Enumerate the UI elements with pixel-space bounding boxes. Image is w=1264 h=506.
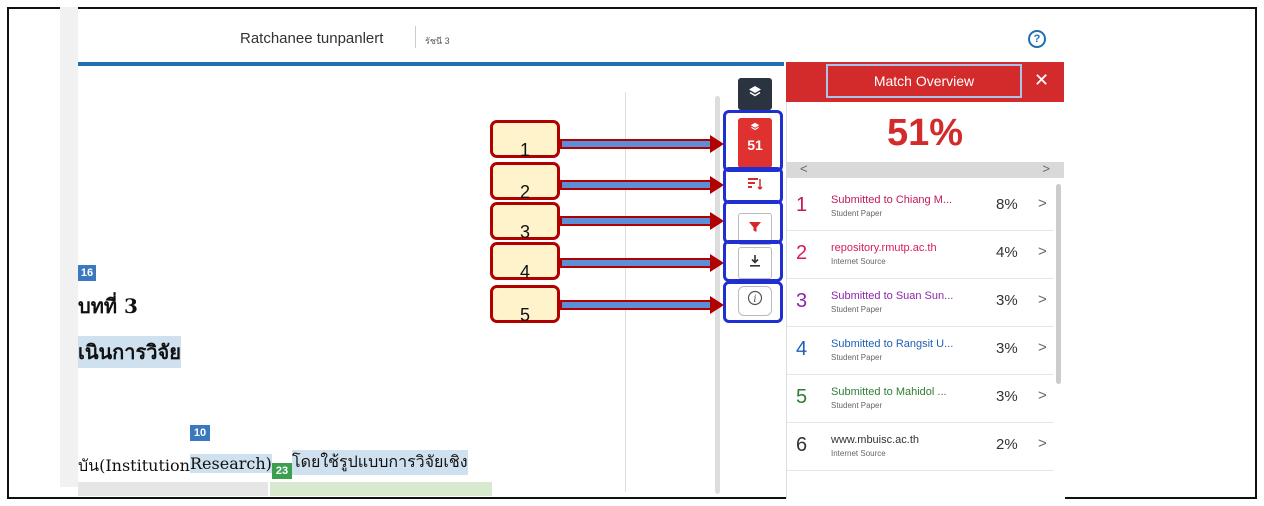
chevron-right-icon[interactable]: > (1038, 243, 1047, 260)
callout-arrow-4 (560, 258, 712, 268)
callout-arrow-2 (560, 180, 712, 190)
body-text-highlight: Research) (190, 454, 272, 473)
chevron-right-icon[interactable]: > (1038, 435, 1047, 452)
match-badge[interactable]: 10 (190, 425, 210, 441)
overall-similarity-percent: 51% (886, 112, 964, 154)
match-rank: 5 (796, 386, 808, 408)
match-badge[interactable]: 23 (272, 463, 292, 479)
chevron-right-icon[interactable]: > (1042, 161, 1050, 176)
panel-title: Match Overview (826, 64, 1022, 98)
body-text-next-line (270, 482, 492, 496)
highlight-box-download (723, 240, 783, 282)
header-accent-line (78, 62, 784, 66)
callout-arrowhead-3 (710, 212, 724, 230)
match-type: Student Paper (831, 401, 883, 410)
chevron-left-icon[interactable]: < (800, 161, 808, 176)
match-title: Submitted to Mahidol ... (831, 386, 947, 398)
callout-arrow-1 (560, 139, 712, 149)
chevron-right-icon[interactable]: > (1038, 339, 1047, 356)
match-title: Submitted to Chiang M... (831, 194, 953, 206)
match-percent: 4% (996, 244, 1018, 261)
match-title: repository.rmutp.ac.th (831, 242, 937, 254)
chapter-subtitle: เนินการวิจัย (78, 336, 181, 368)
document-gutter (60, 7, 78, 487)
body-text-prefix: บัน(Institution (78, 456, 190, 475)
page-divider (625, 92, 626, 492)
callout-arrow-5 (560, 300, 712, 310)
callout-arrowhead-1 (710, 135, 724, 153)
callout-arrowhead-2 (710, 176, 724, 194)
match-type: Student Paper (831, 305, 883, 314)
chevron-right-icon[interactable]: > (1038, 291, 1047, 308)
match-percent: 3% (996, 388, 1018, 405)
highlight-box-info (723, 281, 783, 323)
match-title: Submitted to Rangsit U... (831, 338, 954, 350)
match-type: Student Paper (831, 209, 883, 218)
match-row[interactable]: 6 www.mbuisc.ac.th Internet Source 2% > (786, 424, 1054, 471)
author-name: Ratchanee tunpanlert (240, 30, 384, 47)
submission-tag: รัชนี 3 (425, 36, 450, 46)
match-badge[interactable]: 16 (78, 265, 96, 281)
match-row[interactable]: 4 Submitted to Rangsit U... Student Pape… (786, 328, 1054, 375)
close-icon[interactable]: ✕ (1034, 70, 1049, 91)
highlight-box-sort (723, 167, 783, 204)
match-title: www.mbuisc.ac.th (831, 434, 920, 446)
callout-label-5: 5 (490, 285, 560, 325)
body-text-continued: โดยใช้รูปแบบการวิจัยเชิง (292, 450, 468, 475)
highlight-box-filter (723, 200, 783, 244)
match-rank: 4 (796, 338, 808, 360)
chapter-heading: บทที่ 3 (78, 294, 138, 318)
match-type: Internet Source (831, 449, 886, 458)
match-row[interactable]: 5 Submitted to Mahidol ... Student Paper… (786, 376, 1054, 423)
match-row[interactable]: 1 Submitted to Chiang M... Student Paper… (786, 184, 1054, 231)
panel-nav-bar: < > (786, 161, 1064, 178)
match-row[interactable]: 2 repository.rmutp.ac.th Internet Source… (786, 232, 1054, 279)
highlight-box-similarity (723, 110, 783, 172)
body-text-next-line-start (78, 482, 268, 496)
callout-label-4: 4 (490, 242, 560, 282)
match-percent: 8% (996, 196, 1018, 213)
match-title: Submitted to Suan Sun... (831, 290, 954, 302)
match-percent: 3% (996, 292, 1018, 309)
callout-arrow-3 (560, 216, 712, 226)
chevron-right-icon[interactable]: > (1038, 195, 1047, 212)
callout-arrowhead-5 (710, 296, 724, 314)
match-type: Internet Source (831, 257, 886, 266)
help-icon[interactable]: ? (1028, 30, 1046, 48)
match-rank: 2 (796, 242, 808, 264)
panel-scrollbar[interactable] (1056, 184, 1061, 384)
match-type: Student Paper (831, 353, 883, 362)
match-rank: 3 (796, 290, 808, 312)
match-row[interactable]: 3 Submitted to Suan Sun... Student Paper… (786, 280, 1054, 327)
callout-label-2: 2 (490, 162, 560, 202)
layers-icon[interactable] (738, 78, 772, 110)
match-percent: 3% (996, 340, 1018, 357)
document-scrollbar[interactable] (715, 96, 720, 494)
callout-label-3: 3 (490, 202, 560, 242)
callout-arrowhead-4 (710, 254, 724, 272)
header-separator (415, 26, 416, 48)
callout-label-1: 1 (490, 120, 560, 160)
match-rank: 1 (796, 194, 808, 216)
match-rank: 6 (796, 434, 808, 456)
match-percent: 2% (996, 436, 1018, 453)
chevron-right-icon[interactable]: > (1038, 387, 1047, 404)
